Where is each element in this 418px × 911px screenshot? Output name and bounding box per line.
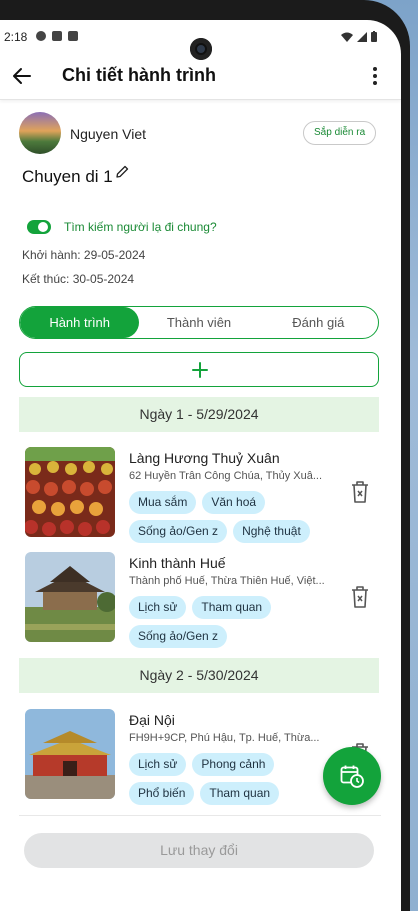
page-title: Chi tiết hành trình — [62, 65, 216, 85]
citadel-image — [25, 552, 115, 642]
status-notification-icons — [36, 31, 78, 41]
tag: Văn hoá — [202, 491, 266, 514]
tag: Phổ biến — [129, 782, 195, 805]
schedule-fab[interactable] — [323, 747, 381, 805]
tab-members[interactable]: Thành viên — [139, 307, 258, 338]
edit-pencil-icon[interactable] — [114, 164, 130, 180]
wifi-icon — [341, 32, 353, 42]
place-image — [25, 709, 115, 799]
signal-icon — [357, 31, 367, 42]
trash-icon[interactable] — [350, 480, 370, 504]
end-date: Kết thúc: 30-05-2024 — [22, 272, 135, 286]
avatar — [19, 112, 61, 154]
tab-reviews[interactable]: Đánh giá — [259, 307, 378, 338]
tag: Phong cảnh — [192, 753, 275, 776]
save-changes-button[interactable]: Lưu thay đổi — [24, 833, 374, 868]
add-place-button[interactable] — [19, 352, 379, 387]
tag: Sống ảo/Gen z — [129, 625, 228, 648]
app-bar: Chi tiết hành trình — [0, 54, 401, 100]
place-image — [25, 447, 115, 537]
toggle-label: Tìm kiếm người lạ đi chung? — [64, 220, 217, 234]
battery-icon — [371, 31, 377, 42]
status-badge: Sắp diễn ra — [303, 121, 377, 145]
phone-frame: 2:18 Chi tiết hành trình Nguyen Viet Sắp… — [0, 0, 410, 911]
footer-divider — [19, 815, 381, 816]
tag: Nghệ thuật — [233, 520, 310, 543]
stranger-search-toggle[interactable] — [27, 220, 51, 234]
settings-status-icon — [36, 31, 46, 41]
status-system-icons — [341, 31, 377, 42]
place-name: Đại Nội — [129, 712, 175, 728]
owner-name: Nguyen Viet — [70, 126, 147, 142]
start-date: Khởi hành: 29-05-2024 — [22, 248, 146, 262]
more-vertical-icon[interactable] — [369, 64, 381, 88]
place-address: 62 Huyền Trân Công Chúa, Thủy Xuâ... — [129, 470, 323, 482]
place-name: Làng Hương Thuỷ Xuân — [129, 450, 280, 466]
plus-icon — [192, 362, 208, 378]
tag-list: Lịch sử Tham quan Sống ảo/Gen z — [129, 596, 339, 648]
tag: Sống ảo/Gen z — [129, 520, 228, 543]
tag: Tham quan — [200, 782, 280, 805]
place-address: FH9H+9CP, Phú Hậu, Tp. Huế, Thừa... — [129, 732, 320, 744]
place-name: Kinh thành Huế — [129, 555, 226, 571]
status-time: 2:18 — [4, 30, 28, 44]
back-arrow-icon[interactable] — [10, 64, 34, 88]
imperial-city-image — [25, 709, 115, 799]
storage-status-icon — [68, 31, 78, 41]
tag: Lịch sử — [129, 753, 187, 776]
status-bar: 2:18 — [0, 20, 401, 60]
place-image — [25, 552, 115, 642]
app-screen: 2:18 Chi tiết hành trình Nguyen Viet Sắp… — [0, 20, 401, 911]
trash-icon[interactable] — [350, 585, 370, 609]
tab-itinerary[interactable]: Hành trình — [20, 307, 140, 338]
day-header: Ngày 1 - 5/29/2024 — [19, 397, 379, 432]
trip-name: Chuyen di 1 — [22, 167, 113, 186]
tab-bar: Hành trình Thành viên Đánh giá — [19, 306, 379, 339]
shield-status-icon — [52, 31, 62, 41]
place-address: Thành phố Huế, Thừa Thiên Huế, Việt... — [129, 575, 325, 587]
incense-village-image — [25, 447, 115, 537]
calendar-clock-icon — [340, 765, 364, 788]
tag: Tham quan — [192, 596, 272, 619]
tag: Mua sắm — [129, 491, 197, 514]
day-header: Ngày 2 - 5/30/2024 — [19, 658, 379, 693]
tag: Lịch sử — [129, 596, 187, 619]
tag-list: Lịch sử Phong cảnh Phổ biến Tham quan — [129, 753, 339, 805]
tag-list: Mua sắm Văn hoá Sống ảo/Gen z Nghệ thuật — [129, 491, 339, 543]
